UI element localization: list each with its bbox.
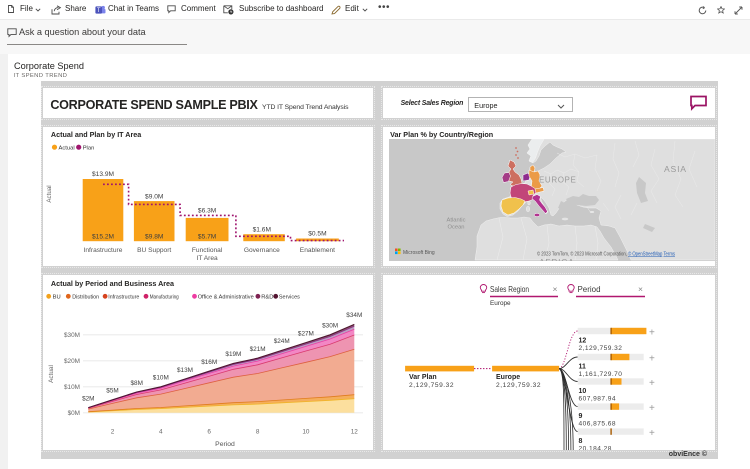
svg-text:$0M: $0M	[68, 410, 80, 417]
svg-text:2,129,759.32: 2,129,759.32	[409, 382, 454, 389]
svg-text:$13.9M: $13.9M	[92, 171, 114, 178]
svg-text:Enablement: Enablement	[300, 247, 335, 254]
svg-text:$21M: $21M	[250, 346, 266, 353]
svg-text:R&D: R&D	[262, 295, 274, 301]
svg-text:Office & Administrative: Office & Administrative	[198, 295, 254, 301]
svg-text:$9.8M: $9.8M	[145, 233, 163, 240]
svg-text:$30M: $30M	[64, 332, 80, 339]
svg-text:2,129,759.32: 2,129,759.32	[496, 382, 541, 389]
svg-text:$10M: $10M	[153, 375, 169, 382]
svg-text:Sales Region: Sales Region	[490, 285, 529, 294]
svg-text:10: 10	[578, 388, 586, 395]
svg-text:T: T	[96, 7, 100, 13]
svg-text:AFRICA: AFRICA	[539, 257, 575, 261]
svg-text:$34M: $34M	[347, 312, 363, 319]
svg-text:$5.7M: $5.7M	[198, 233, 216, 240]
svg-text:Plan: Plan	[83, 145, 95, 151]
svg-text:Var Plan: Var Plan	[409, 374, 437, 381]
svg-text:10: 10	[303, 429, 311, 436]
svg-text:BU: BU	[53, 295, 61, 301]
svg-text:8: 8	[578, 438, 582, 445]
svg-text:Manufacturing: Manufacturing	[150, 295, 179, 301]
svg-text:8: 8	[256, 429, 260, 436]
svg-text:$13M: $13M	[177, 367, 193, 374]
svg-text:2,129,759.32: 2,129,759.32	[578, 345, 622, 352]
svg-text:11: 11	[578, 364, 586, 371]
svg-text:1,161,729.70: 1,161,729.70	[578, 371, 622, 378]
svg-text:$24M: $24M	[274, 338, 290, 345]
svg-text:Actual: Actual	[59, 145, 75, 151]
svg-text:+: +	[649, 428, 655, 439]
svg-text:+: +	[649, 403, 655, 414]
svg-text:Atlantic: Atlantic	[446, 218, 465, 224]
svg-text:Period: Period	[216, 441, 236, 448]
svg-text:ASIA: ASIA	[664, 164, 687, 174]
svg-text:4: 4	[159, 429, 163, 436]
svg-text:Governance: Governance	[244, 247, 280, 254]
svg-text:$8M: $8M	[131, 380, 143, 387]
svg-text:Actual: Actual	[48, 365, 55, 383]
svg-text:$1.6M: $1.6M	[253, 226, 271, 233]
svg-text:$10M: $10M	[64, 384, 80, 391]
svg-text:2: 2	[111, 429, 115, 436]
svg-text:×: ×	[552, 284, 557, 294]
svg-text:Ocean: Ocean	[447, 225, 464, 231]
svg-text:IT Area: IT Area	[197, 255, 218, 262]
svg-text:+: +	[649, 353, 655, 364]
svg-text:$2M: $2M	[82, 396, 94, 403]
svg-text:6: 6	[208, 429, 212, 436]
svg-text:Europe: Europe	[496, 374, 520, 381]
svg-text:Functional: Functional	[192, 247, 223, 254]
svg-text:$6.3M: $6.3M	[198, 207, 216, 214]
svg-text:Actual: Actual	[46, 185, 53, 202]
svg-text:$27M: $27M	[298, 331, 314, 338]
svg-text:EUROPE: EUROPE	[539, 176, 576, 185]
svg-text:Distribution: Distribution	[73, 295, 100, 301]
svg-text:$0.5M: $0.5M	[309, 230, 327, 237]
svg-text:Period: Period	[577, 285, 600, 294]
svg-text:×: ×	[638, 284, 643, 294]
svg-text:12: 12	[578, 338, 586, 345]
svg-text:$16M: $16M	[202, 359, 218, 366]
svg-text:$9.0M: $9.0M	[145, 193, 163, 200]
svg-text:Infrastructure: Infrastructure	[109, 295, 140, 301]
svg-text:© 2023 TomTom, © 2023 Microsof: © 2023 TomTom, © 2023 Microsoft Corporat…	[537, 251, 675, 258]
svg-text:607,987.94: 607,987.94	[578, 395, 616, 402]
svg-text:9: 9	[578, 413, 582, 420]
svg-text:Services: Services	[279, 295, 300, 301]
svg-text:$19M: $19M	[226, 351, 242, 358]
svg-text:Europe: Europe	[490, 300, 511, 307]
svg-text:$5M: $5M	[107, 388, 119, 395]
svg-text:BU Support: BU Support	[138, 247, 172, 254]
svg-text:$20M: $20M	[64, 358, 80, 365]
svg-text:+: +	[649, 327, 655, 338]
svg-text:$30M: $30M	[322, 323, 338, 330]
svg-text:$15.2M: $15.2M	[92, 233, 114, 240]
svg-text:Infrastructure: Infrastructure	[84, 247, 123, 254]
svg-text:406,875.68: 406,875.68	[578, 421, 616, 428]
svg-text:Microsoft Bing: Microsoft Bing	[403, 250, 435, 256]
svg-text:20,184.28: 20,184.28	[578, 446, 611, 450]
svg-text:+: +	[649, 378, 655, 389]
svg-text:12: 12	[351, 429, 359, 436]
